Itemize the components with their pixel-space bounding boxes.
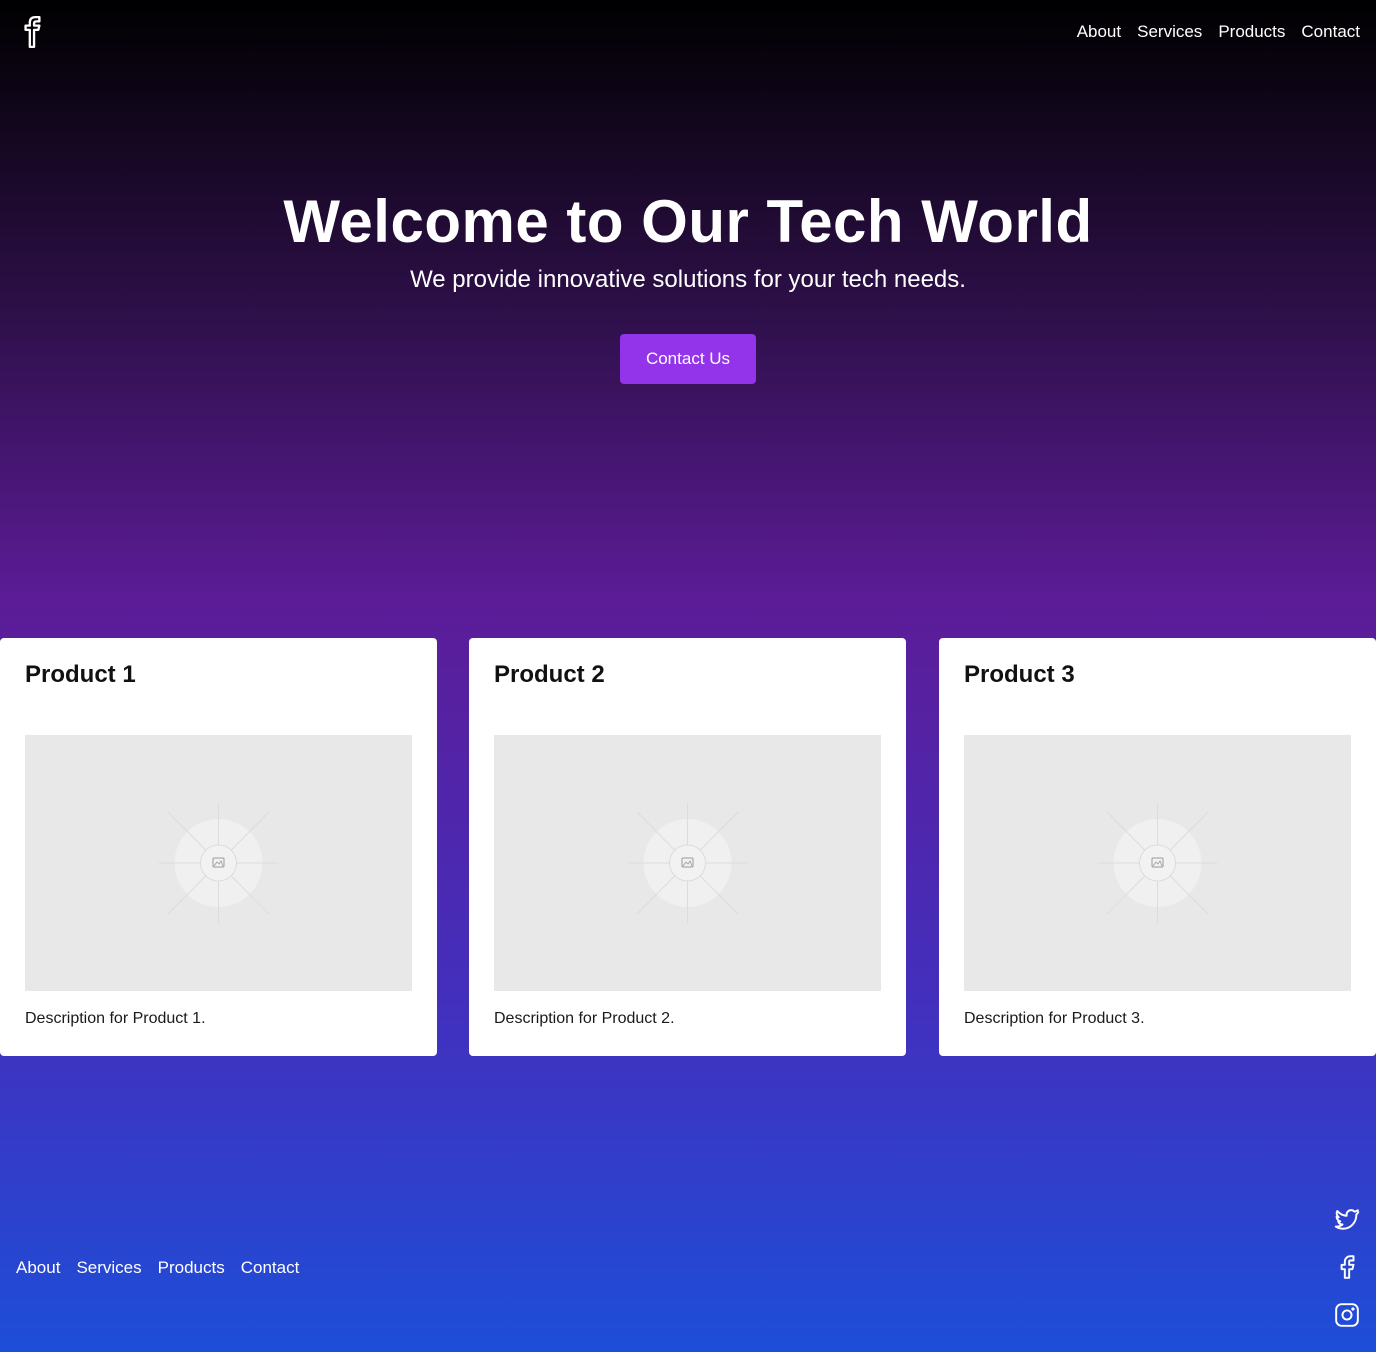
product-title: Product 1 <box>25 661 136 688</box>
facebook-icon[interactable] <box>1334 1254 1360 1280</box>
instagram-icon[interactable] <box>1334 1302 1360 1328</box>
product-image <box>494 735 881 991</box>
social-links <box>1334 1206 1360 1350</box>
nav-link-about[interactable]: About <box>1077 20 1121 44</box>
twitter-icon[interactable] <box>1334 1206 1360 1232</box>
product-description: Description for Product 2. <box>494 1010 675 1027</box>
hero-title: Welcome to Our Tech World <box>283 188 1093 255</box>
image-placeholder-icon <box>1097 803 1218 923</box>
product-title: Product 2 <box>494 661 605 688</box>
product-card[interactable]: Product 2 Description for Product 2. <box>469 638 906 1056</box>
footer-link-contact[interactable]: Contact <box>241 1256 300 1280</box>
product-description: Description for Product 1. <box>25 1010 206 1027</box>
nav-link-contact[interactable]: Contact <box>1301 20 1360 44</box>
image-placeholder-icon <box>158 803 279 923</box>
product-image <box>964 735 1351 991</box>
image-placeholder-icon <box>627 803 748 923</box>
facebook-icon[interactable] <box>20 14 46 50</box>
nav-link-products[interactable]: Products <box>1218 20 1285 44</box>
product-card[interactable]: Product 1 Description for Product 1. <box>0 638 437 1056</box>
nav-link-services[interactable]: Services <box>1137 20 1202 44</box>
contact-us-button[interactable]: Contact Us <box>620 334 756 384</box>
product-title: Product 3 <box>964 661 1075 688</box>
top-nav: About Services Products Contact <box>1077 20 1360 44</box>
hero-section: Welcome to Our Tech World We provide inn… <box>0 180 1376 384</box>
footer-link-products[interactable]: Products <box>158 1256 225 1280</box>
hero-subtitle: We provide innovative solutions for your… <box>410 266 966 293</box>
product-image <box>25 735 412 991</box>
products-section: Product 1 Description for Product 1. Pro… <box>0 638 1376 1056</box>
footer-nav: About Services Products Contact <box>16 1256 299 1280</box>
footer-link-about[interactable]: About <box>16 1256 60 1280</box>
product-description: Description for Product 3. <box>964 1010 1145 1027</box>
product-card[interactable]: Product 3 Description for Product 3. <box>939 638 1376 1056</box>
footer-link-services[interactable]: Services <box>76 1256 141 1280</box>
